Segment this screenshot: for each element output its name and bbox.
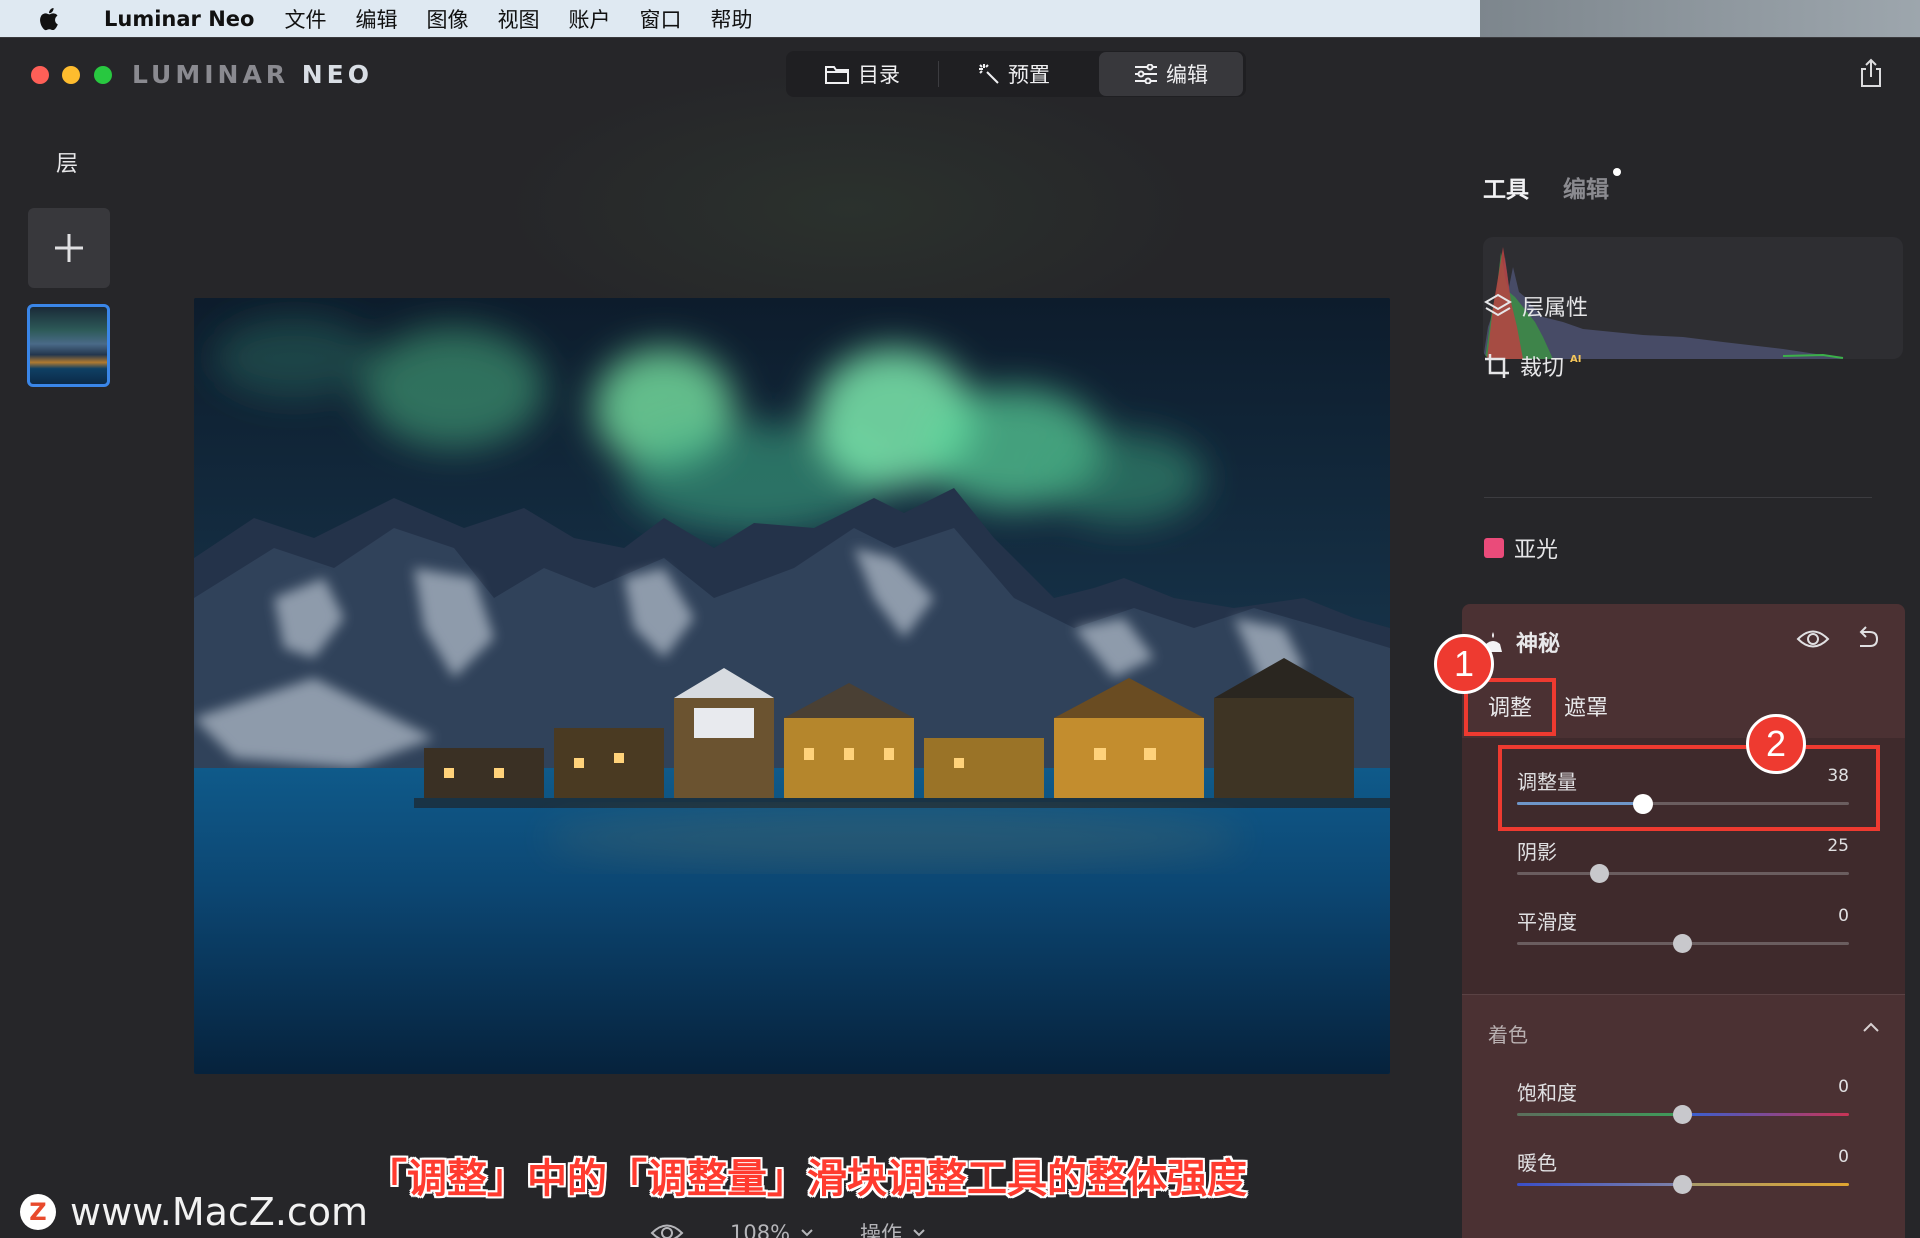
magic-wand-icon	[979, 64, 999, 84]
tab-presets[interactable]: 预置	[939, 52, 1089, 96]
watermark-text: www.MacZ.com	[70, 1190, 369, 1234]
shadows-knob[interactable]	[1590, 864, 1609, 883]
chevron-up-icon[interactable]	[1862, 1021, 1880, 1033]
zoom-level: 108%	[730, 1221, 791, 1238]
shadows-slider[interactable]: 阴影 25	[1517, 836, 1849, 883]
zoom-dropdown[interactable]: 108%	[730, 1221, 814, 1238]
saturation-slider[interactable]: 饱和度 0	[1517, 1077, 1849, 1124]
warmth-knob[interactable]	[1673, 1175, 1692, 1194]
panel-tabs: 工具 编辑	[1483, 168, 1621, 204]
menu-view[interactable]: 视图	[497, 4, 539, 34]
layers-title: 层	[56, 152, 79, 177]
tool-matte[interactable]: 亚光	[1484, 532, 1558, 564]
close-window-button[interactable]	[31, 66, 49, 84]
eye-icon	[650, 1224, 684, 1238]
step-badge-2: 2	[1746, 714, 1806, 774]
photo-canvas[interactable]	[194, 298, 1390, 1074]
tool-layer-properties[interactable]: 层属性	[1484, 290, 1588, 322]
smoothness-value: 0	[1838, 906, 1849, 926]
saturation-track[interactable]	[1517, 1105, 1849, 1124]
matte-label: 亚光	[1514, 538, 1559, 563]
saturation-value: 0	[1838, 1077, 1849, 1097]
crop-label: 裁切	[1520, 356, 1565, 381]
tab-catalog-label: 目录	[858, 63, 900, 87]
chevron-down-icon	[913, 1229, 925, 1237]
preview-toggle[interactable]	[650, 1222, 684, 1238]
plus-icon	[55, 234, 83, 262]
menu-edit[interactable]: 编辑	[355, 4, 397, 34]
smoothness-knob[interactable]	[1673, 934, 1692, 953]
divider	[1484, 497, 1872, 498]
logo-text-luminar: LUMINAR	[132, 60, 302, 89]
apple-icon[interactable]	[32, 6, 68, 32]
ai-badge: AI	[1570, 353, 1582, 365]
menu-file[interactable]: 文件	[284, 4, 326, 34]
shadows-track[interactable]	[1517, 864, 1849, 883]
add-layer-button[interactable]	[28, 208, 110, 288]
share-icon[interactable]	[1858, 58, 1884, 88]
undo-icon[interactable]	[1854, 626, 1880, 650]
tab-mask[interactable]: 遮罩	[1564, 690, 1608, 722]
layer-properties-label: 层属性	[1522, 296, 1589, 321]
app-window: LUMINAR NEO 目录 预置 编辑 层 108% 操作 工具 编辑 层属性…	[0, 37, 1920, 1238]
saturation-knob[interactable]	[1673, 1105, 1692, 1124]
actions-dropdown[interactable]: 操作	[860, 1218, 926, 1238]
smoothness-track[interactable]	[1517, 934, 1849, 953]
menu-help[interactable]: 帮助	[710, 4, 752, 34]
tab-edit[interactable]: 编辑	[1099, 52, 1243, 96]
layer-thumbnail[interactable]	[27, 304, 110, 387]
smoothness-label: 平滑度	[1517, 910, 1577, 934]
mystical-header[interactable]: 神秘	[1482, 626, 1560, 658]
menu-image[interactable]: 图像	[426, 4, 468, 34]
tab-tools[interactable]: 工具	[1483, 170, 1529, 204]
shadows-label: 阴影	[1517, 840, 1557, 864]
minimize-window-button[interactable]	[62, 66, 80, 84]
smoothness-slider[interactable]: 平滑度 0	[1517, 906, 1849, 953]
actions-label: 操作	[860, 1222, 903, 1238]
app-logo: LUMINAR NEO	[132, 60, 373, 89]
macz-logo: Z	[20, 1194, 56, 1230]
aurora-landscape-image	[194, 298, 1390, 1074]
zoom-window-button[interactable]	[94, 66, 112, 84]
tab-presets-label: 预置	[1008, 63, 1050, 87]
desktop-background	[1480, 0, 1920, 37]
coloring-title[interactable]: 着色	[1488, 1019, 1528, 1048]
chevron-down-icon	[801, 1229, 813, 1237]
warmth-value: 0	[1838, 1147, 1849, 1167]
sliders-icon	[1135, 64, 1157, 84]
folder-icon	[825, 66, 849, 84]
menu-account[interactable]: 账户	[568, 4, 610, 34]
menu-bar: Luminar Neo 文件 编辑 图像 视图 账户 窗口 帮助	[0, 0, 1480, 37]
tab-catalog[interactable]: 目录	[786, 52, 938, 96]
mystical-title: 神秘	[1516, 632, 1561, 657]
edits-indicator-dot	[1613, 168, 1621, 176]
tab-edit-label: 编辑	[1166, 63, 1208, 87]
matte-color-icon	[1484, 538, 1504, 558]
eye-icon[interactable]	[1796, 628, 1830, 650]
bottom-toolbar: 108% 操作	[650, 1218, 926, 1238]
watermark: Z www.MacZ.com	[20, 1190, 368, 1234]
crop-icon	[1485, 354, 1509, 378]
logo-text-neo: NEO	[301, 60, 374, 89]
highlight-amount-slider	[1498, 745, 1880, 831]
main-nav: 目录 预置 编辑	[786, 51, 1246, 97]
tab-edits-label: 编辑	[1563, 177, 1609, 203]
tool-crop[interactable]: 裁切 AI	[1484, 350, 1581, 382]
layers-icon	[1484, 293, 1512, 317]
menu-window[interactable]: 窗口	[639, 4, 681, 34]
tab-edits[interactable]: 编辑	[1563, 168, 1621, 204]
step-badge-1: 1	[1434, 634, 1494, 694]
saturation-label: 饱和度	[1517, 1081, 1577, 1105]
menu-app-name[interactable]: Luminar Neo	[104, 7, 254, 31]
shadows-value: 25	[1827, 836, 1849, 856]
